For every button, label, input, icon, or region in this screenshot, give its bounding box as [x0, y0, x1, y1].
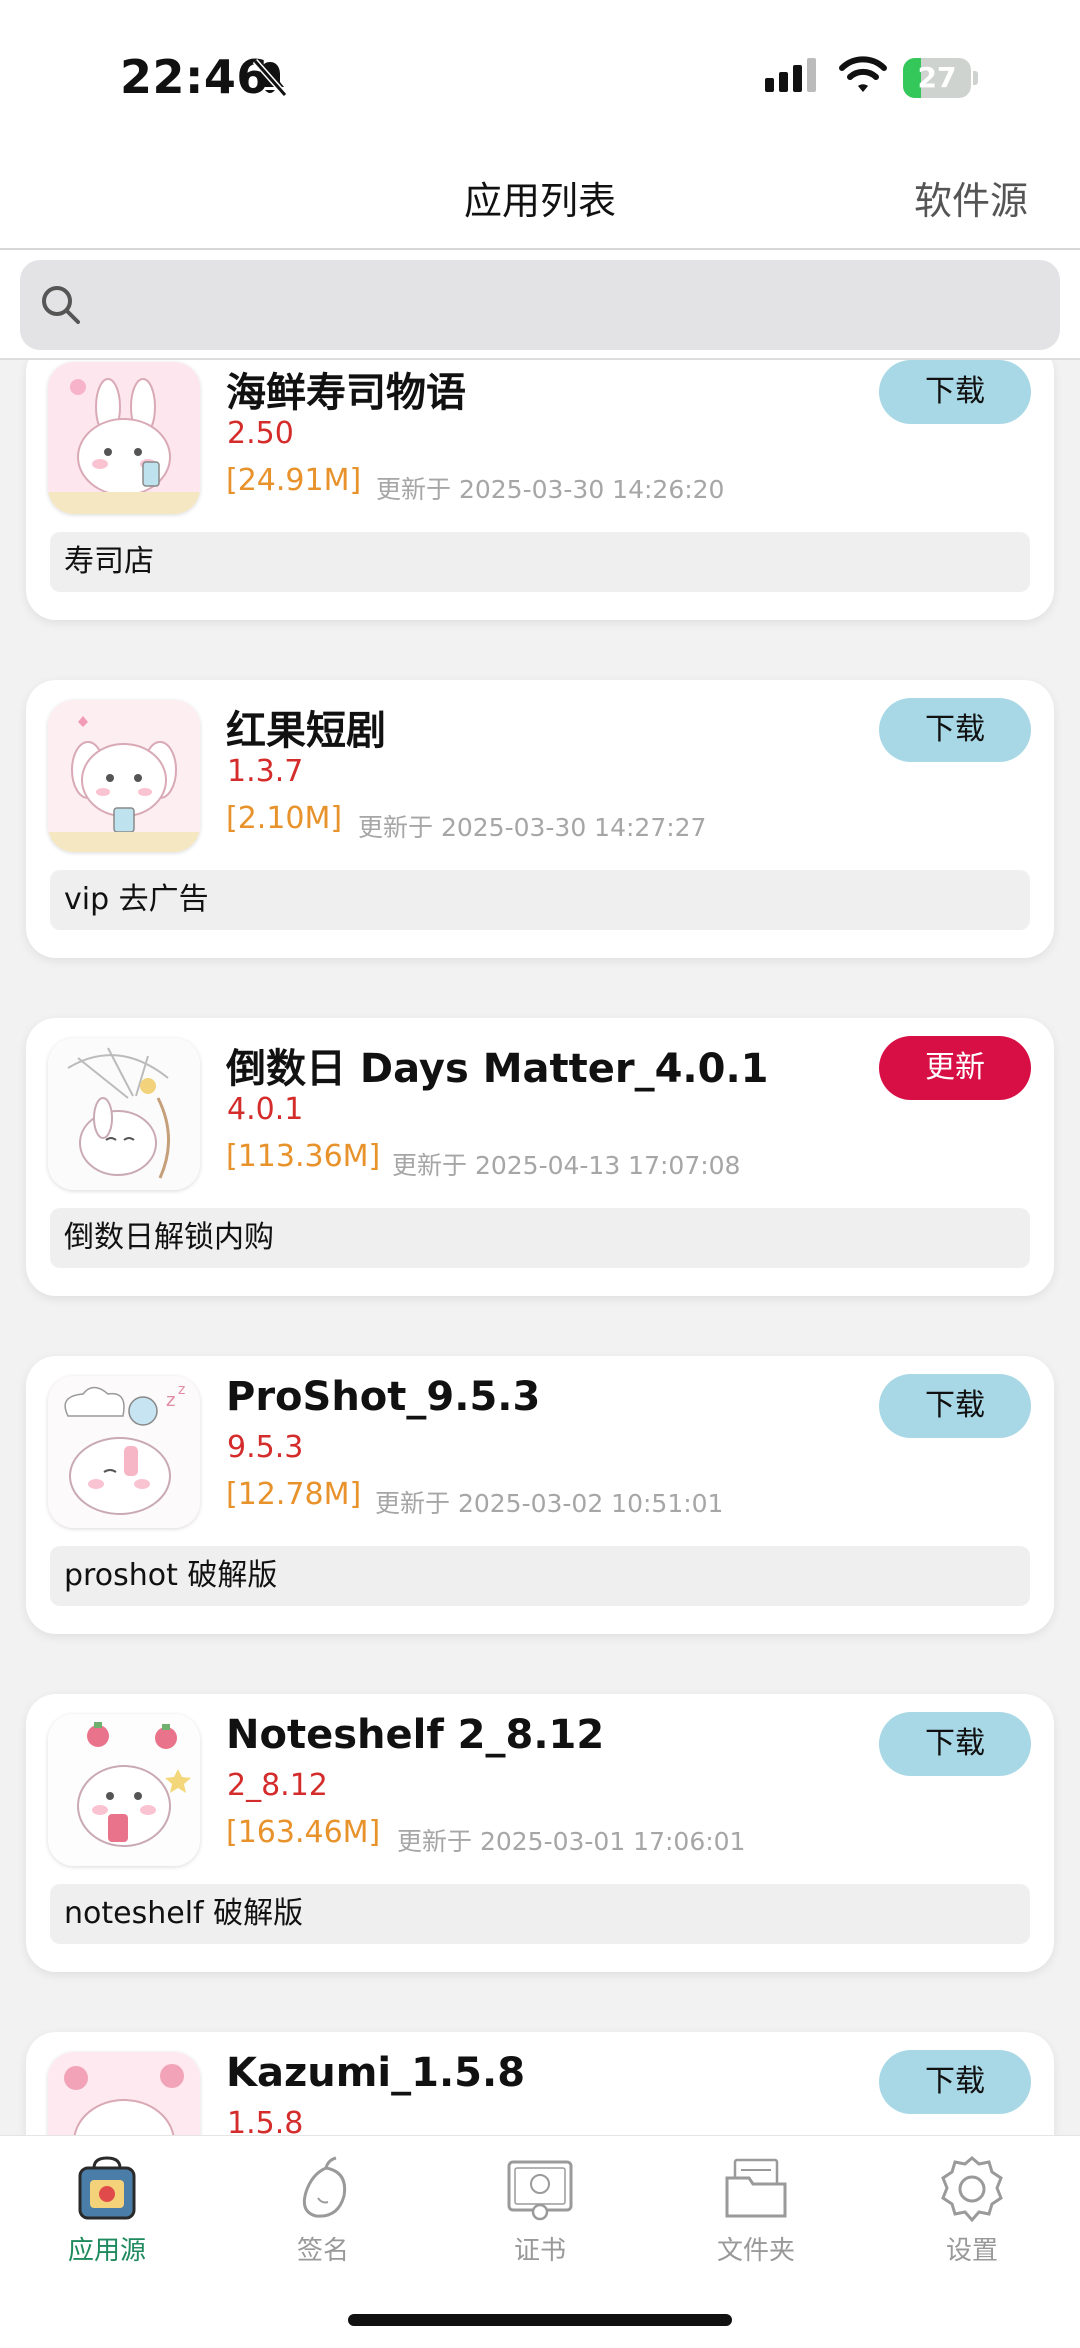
app-updated: 更新于 2025-03-30 14:26:20 [376, 475, 725, 504]
tab-folder[interactable]: 文件夹 [681, 2154, 831, 2274]
app-name: 红果短剧 [226, 708, 386, 754]
app-description: proshot 破解版 [50, 1546, 1030, 1606]
home-indicator [348, 2314, 732, 2326]
app-card: z z ProShot_9.5.3 9.5.3 [12.78M] 更新于 202… [26, 1356, 1054, 1634]
wifi-icon [839, 56, 887, 92]
svg-text:z: z [178, 1382, 185, 1398]
app-description: 倒数日解锁内购 [50, 1208, 1030, 1268]
bunny-umbrella-icon [48, 1038, 200, 1190]
app-version: 1.3.7 [227, 754, 304, 789]
app-description: vip 去广告 [50, 870, 1030, 930]
battery-indicator: 27 [903, 58, 979, 98]
download-button[interactable]: 下载 [879, 1374, 1031, 1438]
svg-text:z: z [166, 1390, 175, 1411]
app-name: ProShot_9.5.3 [226, 1374, 541, 1420]
app-size: [163.46M] [226, 1815, 381, 1850]
mango-icon [302, 2156, 347, 2218]
app-name: 海鲜寿司物语 [226, 370, 466, 416]
app-card: 倒数日 Days Matter_4.0.1 4.0.1 [113.36M] 更新… [26, 1018, 1054, 1296]
app-description: 寿司店 [50, 532, 1030, 592]
bell-slash-icon [252, 59, 288, 97]
app-size: [113.36M] [226, 1139, 381, 1174]
app-version: 9.5.3 [227, 1430, 304, 1465]
tab-bar: 应用源 签名 证书 文件夹 设置 [0, 2135, 1080, 2348]
app-version: 2.50 [227, 416, 294, 451]
app-updated: 更新于 2025-03-01 17:06:01 [397, 1827, 746, 1856]
update-button[interactable]: 更新 [879, 1036, 1031, 1100]
app-list: 海鲜寿司物语 2.50 [24.91M] 更新于 2025-03-30 14:2… [0, 360, 1080, 2135]
tab-sign[interactable]: 签名 [248, 2154, 398, 2274]
tab-label: 设置 [945, 2236, 998, 2266]
status-time: 22:46 [120, 50, 269, 104]
certificate-icon [507, 2160, 573, 2221]
tab-label: 证书 [513, 2236, 566, 2266]
tab-label: 文件夹 [716, 2236, 795, 2266]
app-size: [2.10M] [226, 801, 343, 836]
gear-icon [941, 2156, 1003, 2223]
app-name: 倒数日 Days Matter_4.0.1 [226, 1046, 769, 1092]
download-button[interactable]: 下载 [879, 1712, 1031, 1776]
app-updated: 更新于 2025-03-30 14:27:27 [358, 813, 707, 842]
app-card: Kazumi_1.5.8 1.5.8 下载 [26, 2032, 1054, 2135]
search-input[interactable] [100, 278, 1034, 334]
software-source-button[interactable]: 软件源 [914, 170, 1028, 225]
nav-bar: 应用列表 软件源 [0, 140, 1080, 250]
tab-label: 应用源 [67, 2236, 146, 2266]
status-bar: 22:46 27 [0, 0, 1080, 140]
tab-label: 签名 [296, 2236, 349, 2266]
search-bar [0, 250, 1080, 360]
bunny-strawberry-icon [48, 1714, 200, 1866]
search-field[interactable] [20, 260, 1060, 350]
app-size: [24.91M] [226, 463, 362, 498]
folder-icon [725, 2158, 787, 2218]
app-size: [12.78M] [226, 1477, 362, 1512]
download-button[interactable]: 下载 [879, 360, 1031, 424]
app-updated: 更新于 2025-04-13 17:07:08 [392, 1151, 741, 1180]
download-button[interactable]: 下载 [879, 698, 1031, 762]
tab-certificate[interactable]: 证书 [465, 2154, 615, 2274]
bunny-phone-icon [48, 362, 200, 514]
app-name: Kazumi_1.5.8 [226, 2050, 526, 2096]
app-card: Noteshelf 2_8.12 2_8.12 [163.46M] 更新于 20… [26, 1694, 1054, 1972]
app-description: noteshelf 破解版 [50, 1884, 1030, 1944]
puppy-phone-icon [48, 700, 200, 852]
app-version: 2_8.12 [227, 1768, 328, 1803]
bunny-sleep-icon: z z [48, 1376, 200, 1528]
cellular-signal-icon [765, 58, 816, 92]
battery-percent: 27 [917, 61, 957, 94]
tab-app-source[interactable]: 应用源 [32, 2154, 182, 2274]
app-card: 红果短剧 1.3.7 [2.10M] 更新于 2025-03-30 14:27:… [26, 680, 1054, 958]
bag-icon [78, 2156, 136, 2220]
app-name: Noteshelf 2_8.12 [226, 1712, 605, 1758]
tab-settings[interactable]: 设置 [897, 2154, 1047, 2274]
app-card: 海鲜寿司物语 2.50 [24.91M] 更新于 2025-03-30 14:2… [26, 360, 1054, 620]
search-icon [42, 286, 80, 324]
download-button[interactable]: 下载 [879, 2050, 1031, 2114]
app-version: 1.5.8 [227, 2106, 304, 2135]
app-updated: 更新于 2025-03-02 10:51:01 [375, 1489, 724, 1518]
bunny-flower-icon [48, 2052, 200, 2135]
app-version: 4.0.1 [227, 1092, 304, 1127]
